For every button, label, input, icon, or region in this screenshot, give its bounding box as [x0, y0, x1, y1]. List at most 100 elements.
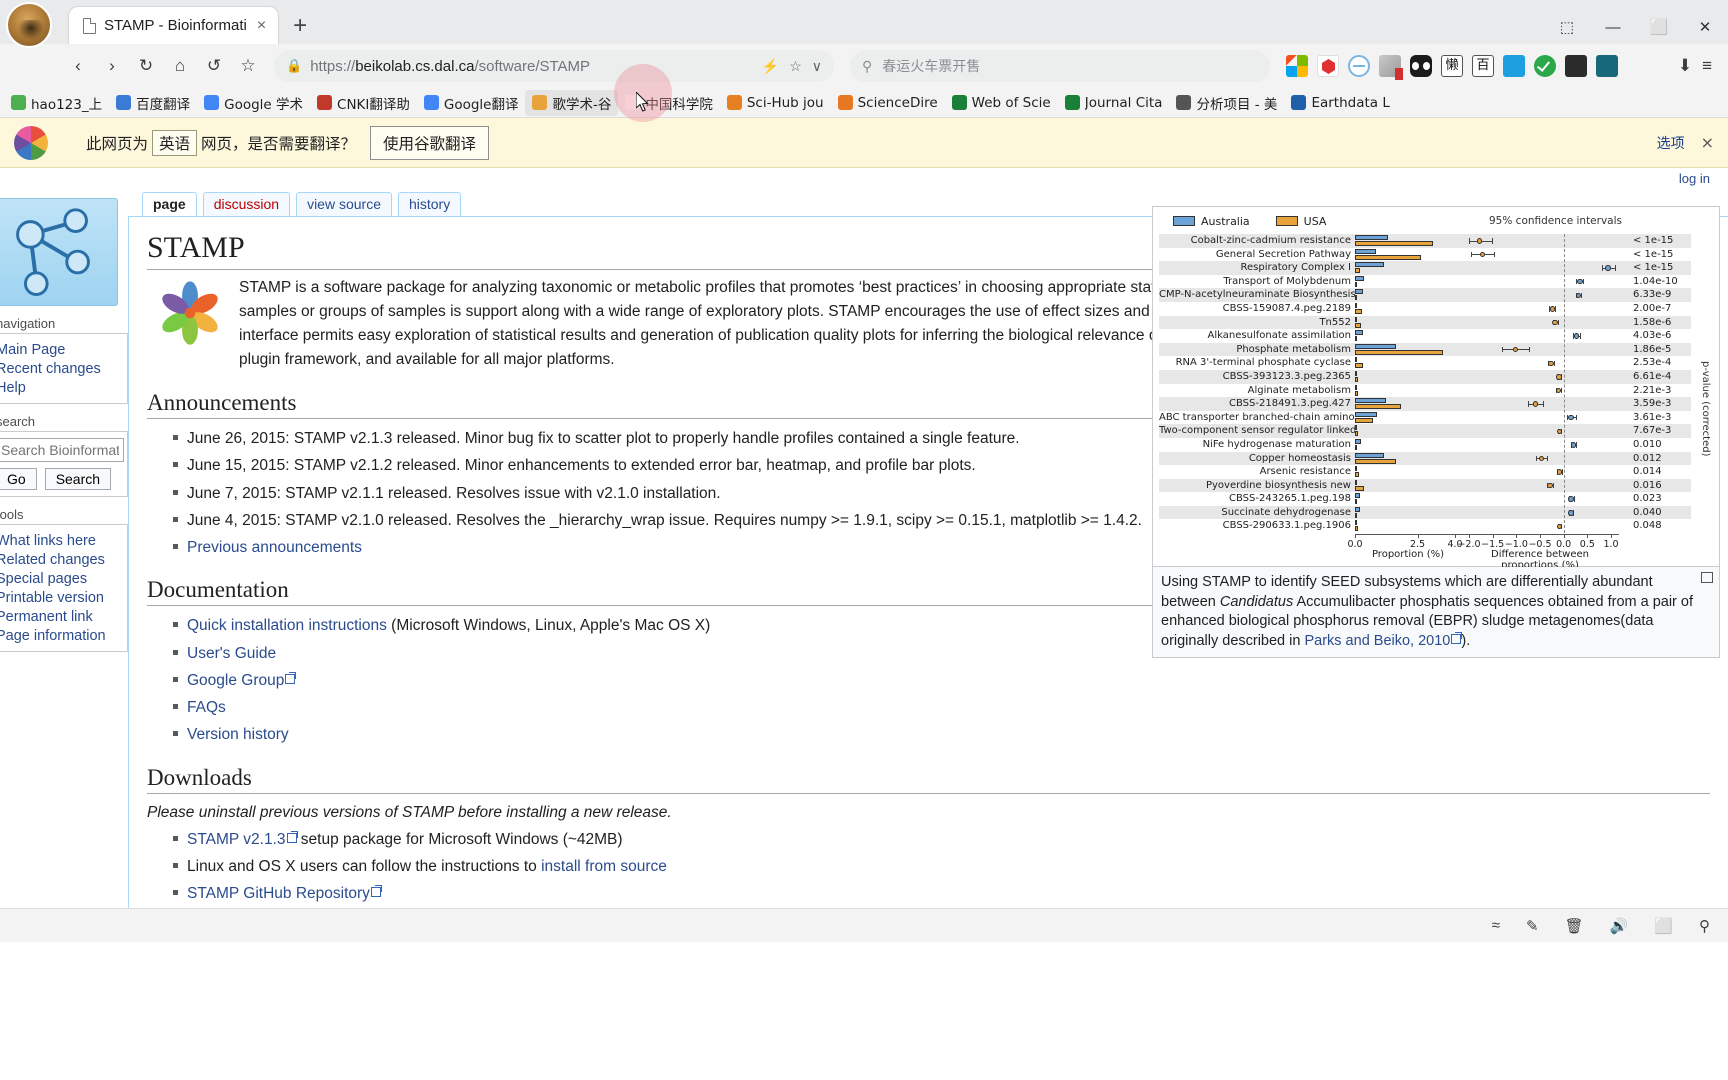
reload-button[interactable]: ↻ [130, 50, 162, 82]
chevron-down-icon[interactable]: ∨ [812, 58, 822, 75]
wiki-search-input[interactable] [0, 438, 124, 462]
address-bar[interactable]: 🔒 https://beikolab.cs.dal.ca/software/ST… [274, 50, 834, 82]
expand-figure-icon[interactable] [1701, 572, 1713, 584]
doc-link-google-group[interactable]: Google Group [187, 672, 284, 689]
doc-link-quick-install[interactable]: Quick installation instructions [187, 617, 387, 634]
list-item[interactable]: STAMP v2.1.3 setup package for Microsoft… [173, 828, 1710, 851]
search-button[interactable]: Search [44, 468, 112, 490]
previous-announcements-link[interactable]: Previous announcements [187, 539, 362, 556]
tab-discussion[interactable]: discussion [202, 192, 291, 216]
search-input[interactable]: ⚲ 春运火车票开售 [850, 50, 1270, 82]
sidebar-item-related-changes[interactable]: Related changes [0, 552, 105, 568]
share-icon[interactable]: ≈ [1492, 917, 1500, 934]
bookmark-item[interactable]: Journal Cita [1058, 92, 1170, 114]
download-icon[interactable]: ⬇ [1678, 56, 1692, 76]
list-item[interactable]: Recent changes [0, 359, 119, 378]
list-item[interactable]: STAMP GitHub Repository [173, 882, 1710, 905]
caption-reference-link[interactable]: Parks and Beiko, 2010 [1304, 633, 1450, 649]
dice-extension-icon[interactable] [1317, 55, 1339, 77]
bookmark-item[interactable]: 百度翻译 [109, 90, 197, 116]
close-infobar-icon[interactable]: × [1701, 133, 1714, 152]
bookmark-item[interactable]: hao123_上 [4, 90, 109, 116]
wiki-logo[interactable] [0, 198, 118, 306]
go-button[interactable]: Go [0, 468, 37, 490]
list-item[interactable]: Main Page [0, 340, 119, 359]
teal-extension-icon[interactable] [1596, 55, 1618, 77]
download-link-install-from-source[interactable]: install from source [541, 858, 667, 875]
sidebar-item-permanent-link[interactable]: Permanent link [0, 609, 93, 625]
bookmark-item[interactable]: CNKI翻译助 [310, 90, 417, 116]
undo-icon[interactable]: ↺ [198, 50, 230, 82]
list-item[interactable]: Page information [0, 626, 119, 645]
profile-avatar[interactable] [6, 2, 52, 48]
search-icon[interactable]: ⚲ [1699, 917, 1710, 935]
bookmark-item[interactable]: Sci-Hub jou [720, 92, 831, 114]
list-item[interactable]: Help [0, 378, 119, 397]
doc-link-version-history[interactable]: Version history [187, 726, 289, 743]
detected-language-badge[interactable]: 英语 [152, 129, 198, 156]
list-item[interactable]: FAQs [173, 696, 1710, 719]
list-item[interactable]: Special pages [0, 569, 119, 588]
doc-link-faqs[interactable]: FAQs [187, 699, 226, 716]
new-tab-button[interactable]: + [279, 14, 321, 44]
lan-extension-icon[interactable]: 懒 [1441, 55, 1463, 77]
eyes-extension-icon[interactable] [1410, 55, 1432, 77]
translate-options-link[interactable]: 选项 [1657, 133, 1685, 153]
bookmark-item[interactable]: Web of Scie [945, 92, 1058, 114]
sidebar-item-help[interactable]: Help [0, 380, 26, 396]
list-item[interactable]: Linux and OS X users can follow the inst… [173, 855, 1710, 878]
baidu-extension-icon[interactable]: 百 [1472, 55, 1494, 77]
forward-button[interactable]: › [96, 50, 128, 82]
tab-view-source[interactable]: view source [296, 192, 392, 216]
sidebar-item-main-page[interactable]: Main Page [0, 342, 65, 358]
download-link-github[interactable]: STAMP GitHub Repository [187, 885, 370, 902]
translate-extension-icon[interactable] [1379, 55, 1403, 80]
security-extension-icon[interactable] [1534, 55, 1556, 77]
sidebar-item-what-links-here[interactable]: What links here [0, 533, 96, 549]
note-extension-icon[interactable] [1503, 55, 1525, 77]
adblock-extension-icon[interactable] [1348, 55, 1370, 77]
bookmark-item[interactable]: 歌学术-谷 [525, 89, 619, 116]
trash-icon[interactable]: 🗑 [1565, 917, 1584, 935]
list-item[interactable]: Printable version [0, 588, 119, 607]
list-item[interactable]: What links here [0, 531, 119, 550]
tab-page[interactable]: page [142, 192, 197, 216]
maximize-button[interactable]: ⬜ [1636, 18, 1682, 36]
sidebar-item-special-pages[interactable]: Special pages [0, 571, 87, 587]
restore-down-icon[interactable]: ⬚ [1544, 18, 1590, 36]
list-item[interactable]: Version history [173, 723, 1710, 746]
volume-icon[interactable]: 🔊 [1610, 917, 1629, 935]
sidebar-item-page-information[interactable]: Page information [0, 628, 106, 644]
close-tab-icon[interactable]: × [255, 17, 268, 34]
browser-tab[interactable]: STAMP - Bioinformati × [68, 6, 280, 44]
list-item[interactable]: Google Group [173, 669, 1710, 692]
home-button[interactable]: ⌂ [164, 50, 196, 82]
window-icon[interactable]: ⬜ [1654, 917, 1673, 935]
pen-icon[interactable]: ✎ [1526, 917, 1539, 935]
minimize-button[interactable]: — [1590, 19, 1636, 36]
login-link[interactable]: log in [1679, 171, 1710, 186]
close-window-button[interactable]: ✕ [1682, 18, 1728, 36]
lightning-icon[interactable]: ⚡ [762, 58, 779, 75]
bookmark-star-icon[interactable]: ☆ [232, 50, 264, 82]
dark-extension-icon[interactable] [1565, 55, 1587, 77]
sidebar-item-recent-changes[interactable]: Recent changes [0, 361, 101, 377]
browser-menu-icon[interactable]: ≡ [1702, 56, 1712, 76]
bookmark-item[interactable]: ScienceDire [831, 92, 945, 114]
back-button[interactable]: ‹ [62, 50, 94, 82]
bookmark-item[interactable]: Google 学术 [197, 90, 310, 116]
bookmark-item[interactable]: 分析项目 - 美 [1169, 90, 1284, 116]
favorite-star-icon[interactable]: ☆ [789, 58, 802, 75]
bookmark-item[interactable]: Google翻译 [417, 90, 526, 116]
translate-button[interactable]: 使用谷歌翻译 [370, 125, 490, 160]
tab-history[interactable]: history [397, 192, 462, 216]
bookmark-item[interactable]: Earthdata L [1284, 92, 1396, 114]
figure-image[interactable]: Australia USA 95% confidence intervals C… [1152, 206, 1720, 571]
list-item[interactable]: Related changes [0, 550, 119, 569]
microsoft-extension-icon[interactable] [1286, 55, 1308, 77]
sidebar-item-printable-version[interactable]: Printable version [0, 590, 104, 606]
chart-row-pvalue: 2.21e-3 [1619, 384, 1691, 398]
list-item[interactable]: Permanent link [0, 607, 119, 626]
doc-link-users-guide[interactable]: User's Guide [187, 645, 276, 662]
download-link-stamp-setup[interactable]: STAMP v2.1.3 [187, 831, 286, 848]
